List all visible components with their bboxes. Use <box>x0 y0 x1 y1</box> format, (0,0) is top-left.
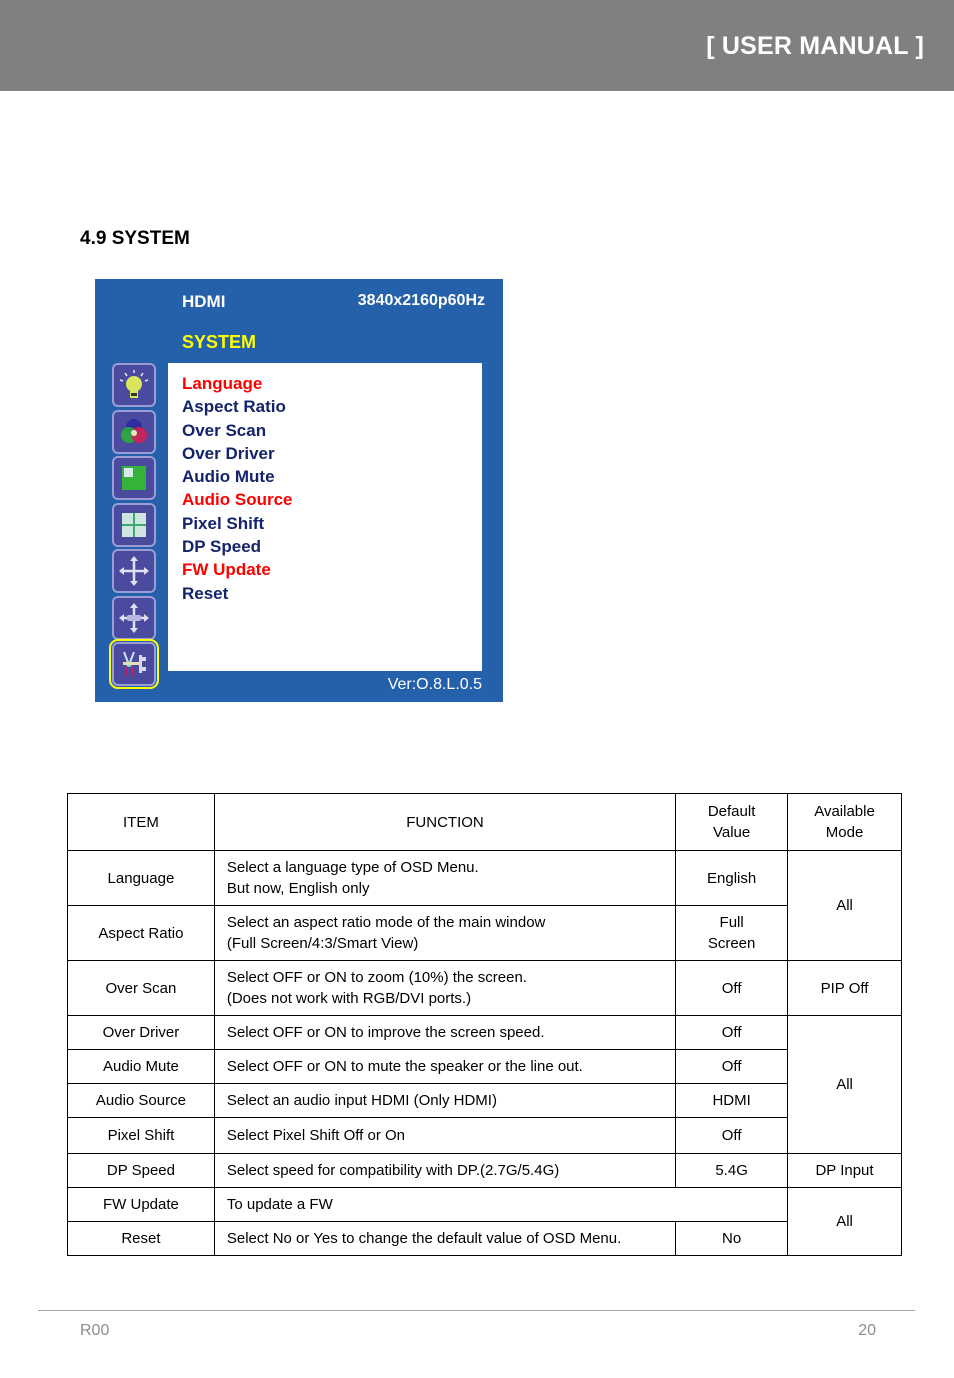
cell-function: Select an aspect ratio mode of the main … <box>213 905 677 961</box>
osd-item-dp-speed[interactable]: DP Speed <box>182 535 293 558</box>
osd-item-reset[interactable]: Reset <box>182 582 293 605</box>
function-line1: Select a language type of OSD Menu. <box>226 859 479 876</box>
size-icon[interactable] <box>112 595 156 640</box>
function-line2: (Full Screen/4:3/Smart View) <box>226 935 419 952</box>
cell-function: Select OFF or ON to zoom (10%) the scree… <box>213 960 677 1016</box>
function-line2: But now, English only <box>226 880 370 897</box>
table-row: Reset Select No or Yes to change the def… <box>67 1221 902 1256</box>
cell-default: 5.4G <box>675 1153 789 1188</box>
cell-function: Select OFF or ON to improve the screen s… <box>213 1015 677 1050</box>
osd-item-audio-mute[interactable]: Audio Mute <box>182 465 293 488</box>
cell-function: Select speed for compatibility with DP.(… <box>213 1153 677 1188</box>
header-mode-line1: Available <box>814 803 875 820</box>
system-settings-table: ITEM FUNCTION Default Value Available Mode… <box>67 793 902 1256</box>
function-line1: Select OFF or ON to zoom (10%) the scree… <box>226 969 527 986</box>
cell-default: English <box>675 850 789 906</box>
cell-item: Reset <box>67 1221 215 1256</box>
osd-input-source: HDMI <box>182 292 226 311</box>
default-line1: Full <box>719 914 744 931</box>
header-available-mode: Available Mode <box>787 793 902 851</box>
osd-menu-screenshot: HDMI 3840x2160p60Hz SYSTEM Language Aspe… <box>95 279 503 702</box>
cell-default: HDMI <box>675 1083 789 1118</box>
footer-divider <box>38 1310 915 1311</box>
footer-revision: R00 <box>80 1322 110 1339</box>
cell-default: Off <box>675 960 789 1016</box>
function-line2: (Does not work with RGB/DVI ports.) <box>226 990 472 1007</box>
cell-mode: All <box>787 1187 902 1256</box>
pip-icon[interactable] <box>112 456 156 500</box>
cell-default: Off <box>675 1049 789 1084</box>
split-screen-icon[interactable] <box>112 502 156 547</box>
cell-default: Off <box>675 1015 789 1050</box>
section-title: 4.9 SYSTEM <box>80 228 190 249</box>
cell-item: Over Scan <box>67 960 215 1016</box>
function-line1: Select an aspect ratio mode of the main … <box>226 914 546 931</box>
table-row: Over Scan Select OFF or ON to zoom (10%)… <box>67 960 902 1016</box>
cell-item: Language <box>67 850 215 906</box>
osd-item-over-scan[interactable]: Over Scan <box>182 419 293 442</box>
cell-mode: All <box>787 1015 902 1154</box>
picture-brightness-icon[interactable] <box>112 363 156 407</box>
system-tools-icon[interactable] <box>109 639 159 689</box>
osd-item-language[interactable]: Language <box>182 372 293 395</box>
table-row: Language Select a language type of OSD M… <box>67 850 902 961</box>
cell-default: Full Screen <box>675 905 789 961</box>
manual-title: [ USER MANUAL ] <box>706 32 924 60</box>
osd-item-audio-source[interactable]: Audio Source <box>182 488 293 511</box>
cell-function: Select OFF or ON to mute the speaker or … <box>213 1049 677 1084</box>
osd-item-fw-update[interactable]: FW Update <box>182 558 293 581</box>
cell-item: DP Speed <box>67 1153 215 1188</box>
cell-item: Over Driver <box>67 1015 215 1050</box>
table-row: Aspect Ratio Select an aspect ratio mode… <box>67 905 902 961</box>
cell-function: Select a language type of OSD Menu. But n… <box>213 850 677 906</box>
osd-resolution: 3840x2160p60Hz <box>357 292 485 309</box>
color-icon[interactable] <box>112 409 156 454</box>
cell-item: FW Update <box>67 1187 215 1222</box>
header-default-value: Default Value <box>675 793 789 851</box>
osd-item-over-driver[interactable]: Over Driver <box>182 442 293 465</box>
table-row: Audio Source Select an audio input HDMI … <box>67 1083 902 1118</box>
cell-item: Audio Source <box>67 1083 215 1118</box>
header-function: FUNCTION <box>213 793 677 851</box>
page-header: [ USER MANUAL ] <box>0 0 954 91</box>
cell-function: To update a FW <box>213 1187 789 1222</box>
position-icon[interactable] <box>112 549 156 593</box>
cell-item: Audio Mute <box>67 1049 215 1084</box>
osd-menu-title: SYSTEM <box>182 332 257 352</box>
cell-default: Off <box>675 1117 789 1154</box>
osd-version: Ver:O.8.L.0.5 <box>387 676 482 693</box>
cell-default: No <box>675 1221 789 1256</box>
cell-mode: All <box>787 850 902 961</box>
header-mode-line2: Mode <box>825 824 864 841</box>
cell-function: Select Pixel Shift Off or On <box>213 1117 677 1154</box>
header-default-line2: Value <box>712 824 751 841</box>
cell-item: Aspect Ratio <box>67 905 215 961</box>
header-item: ITEM <box>67 793 215 851</box>
default-line2: Screen <box>707 935 756 952</box>
header-default-line1: Default <box>707 803 756 820</box>
cell-item: Pixel Shift <box>67 1117 215 1154</box>
table-row: Pixel Shift Select Pixel Shift Off or On… <box>67 1117 902 1154</box>
cell-function: Select No or Yes to change the default v… <box>213 1221 677 1256</box>
osd-item-pixel-shift[interactable]: Pixel Shift <box>182 512 293 535</box>
osd-item-aspect-ratio[interactable]: Aspect Ratio <box>182 395 293 418</box>
table-row: DP Speed Select speed for compatibility … <box>67 1153 902 1188</box>
footer-page-number: 20 <box>858 1322 876 1339</box>
cell-function: Select an audio input HDMI (Only HDMI) <box>213 1083 677 1118</box>
table-row: Audio Mute Select OFF or ON to mute the … <box>67 1049 902 1084</box>
osd-items-panel: Language Aspect Ratio Over Scan Over Dri… <box>168 363 482 671</box>
cell-mode: PIP Off <box>787 960 902 1016</box>
cell-mode: DP Input <box>787 1153 902 1188</box>
table-row: FW Update To update a FW All <box>67 1187 902 1256</box>
osd-category-icons <box>109 363 159 689</box>
table-header-row: ITEM FUNCTION Default Value Available Mode <box>67 793 902 851</box>
table-row: Over Driver Select OFF or ON to improve … <box>67 1015 902 1154</box>
